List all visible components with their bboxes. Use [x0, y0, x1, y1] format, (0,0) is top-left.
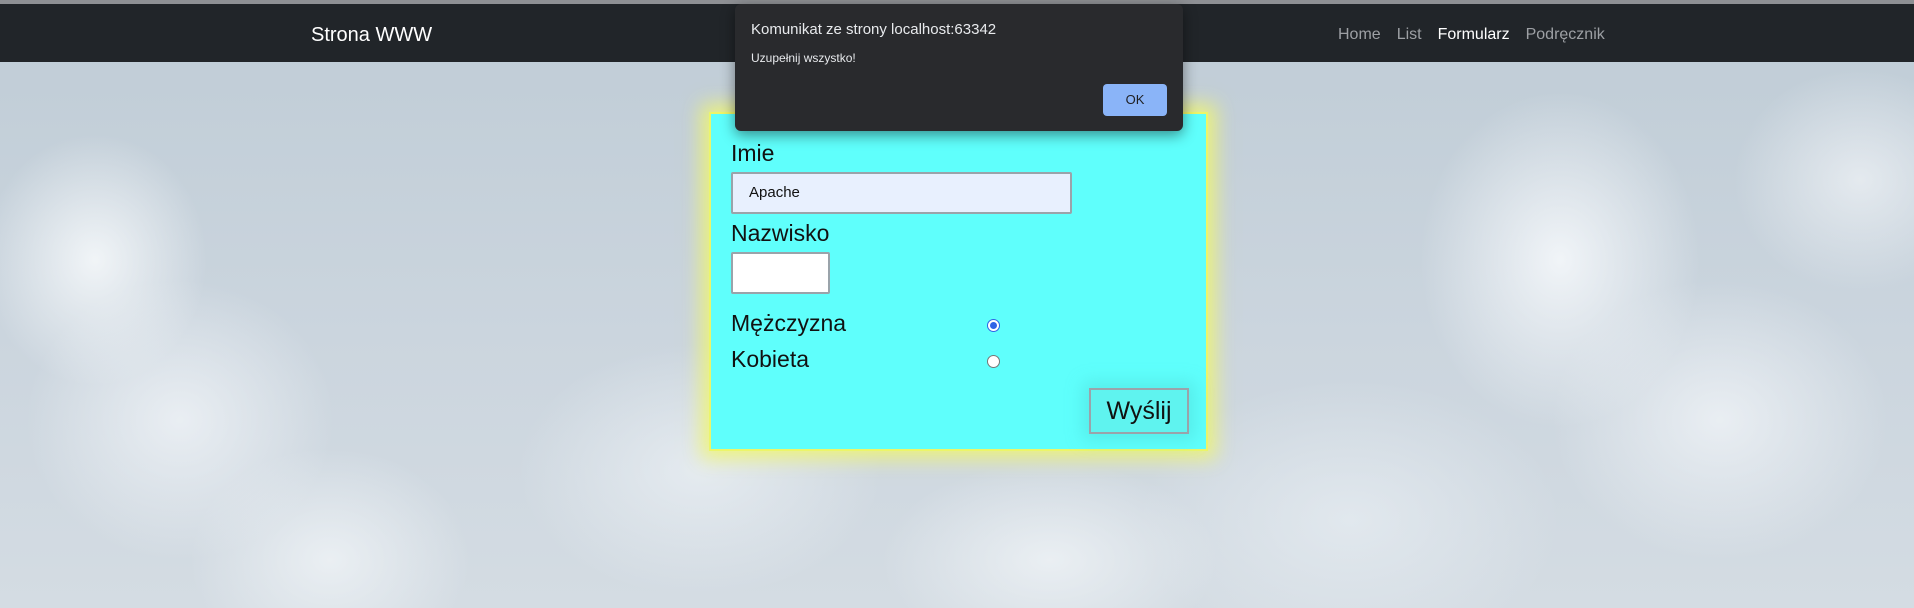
gender-label-male: Mężczyzna: [731, 310, 847, 336]
first-name-label: Imie: [731, 140, 775, 166]
dialog-title: Komunikat ze strony localhost:63342: [751, 21, 997, 38]
nav-link-podrecznik[interactable]: Podręcznik: [1526, 26, 1605, 44]
gender-radio-male[interactable]: [987, 319, 1000, 332]
nav-link-home[interactable]: Home: [1338, 26, 1381, 44]
brand-link[interactable]: Strona WWW: [311, 24, 432, 47]
dialog-message: Uzupełnij wszystko!: [751, 51, 856, 65]
nav-link-list[interactable]: List: [1397, 26, 1422, 44]
gender-radio-female[interactable]: [987, 355, 1000, 368]
submit-button[interactable]: Wyślij: [1089, 388, 1189, 434]
alert-dialog: Komunikat ze strony localhost:63342 Uzup…: [735, 4, 1183, 131]
nav-link-formularz[interactable]: Formularz: [1438, 26, 1510, 44]
first-name-input[interactable]: Apache: [731, 172, 1072, 214]
form-card: Imie Apache Nazwisko Mężczyzna Kobieta W…: [709, 112, 1208, 451]
last-name-input[interactable]: [731, 252, 830, 294]
gender-label-female: Kobieta: [731, 346, 810, 372]
last-name-label: Nazwisko: [731, 220, 830, 246]
nav-links: Home List Formularz Podręcznik: [1338, 26, 1621, 44]
dialog-ok-button[interactable]: OK: [1103, 84, 1167, 116]
